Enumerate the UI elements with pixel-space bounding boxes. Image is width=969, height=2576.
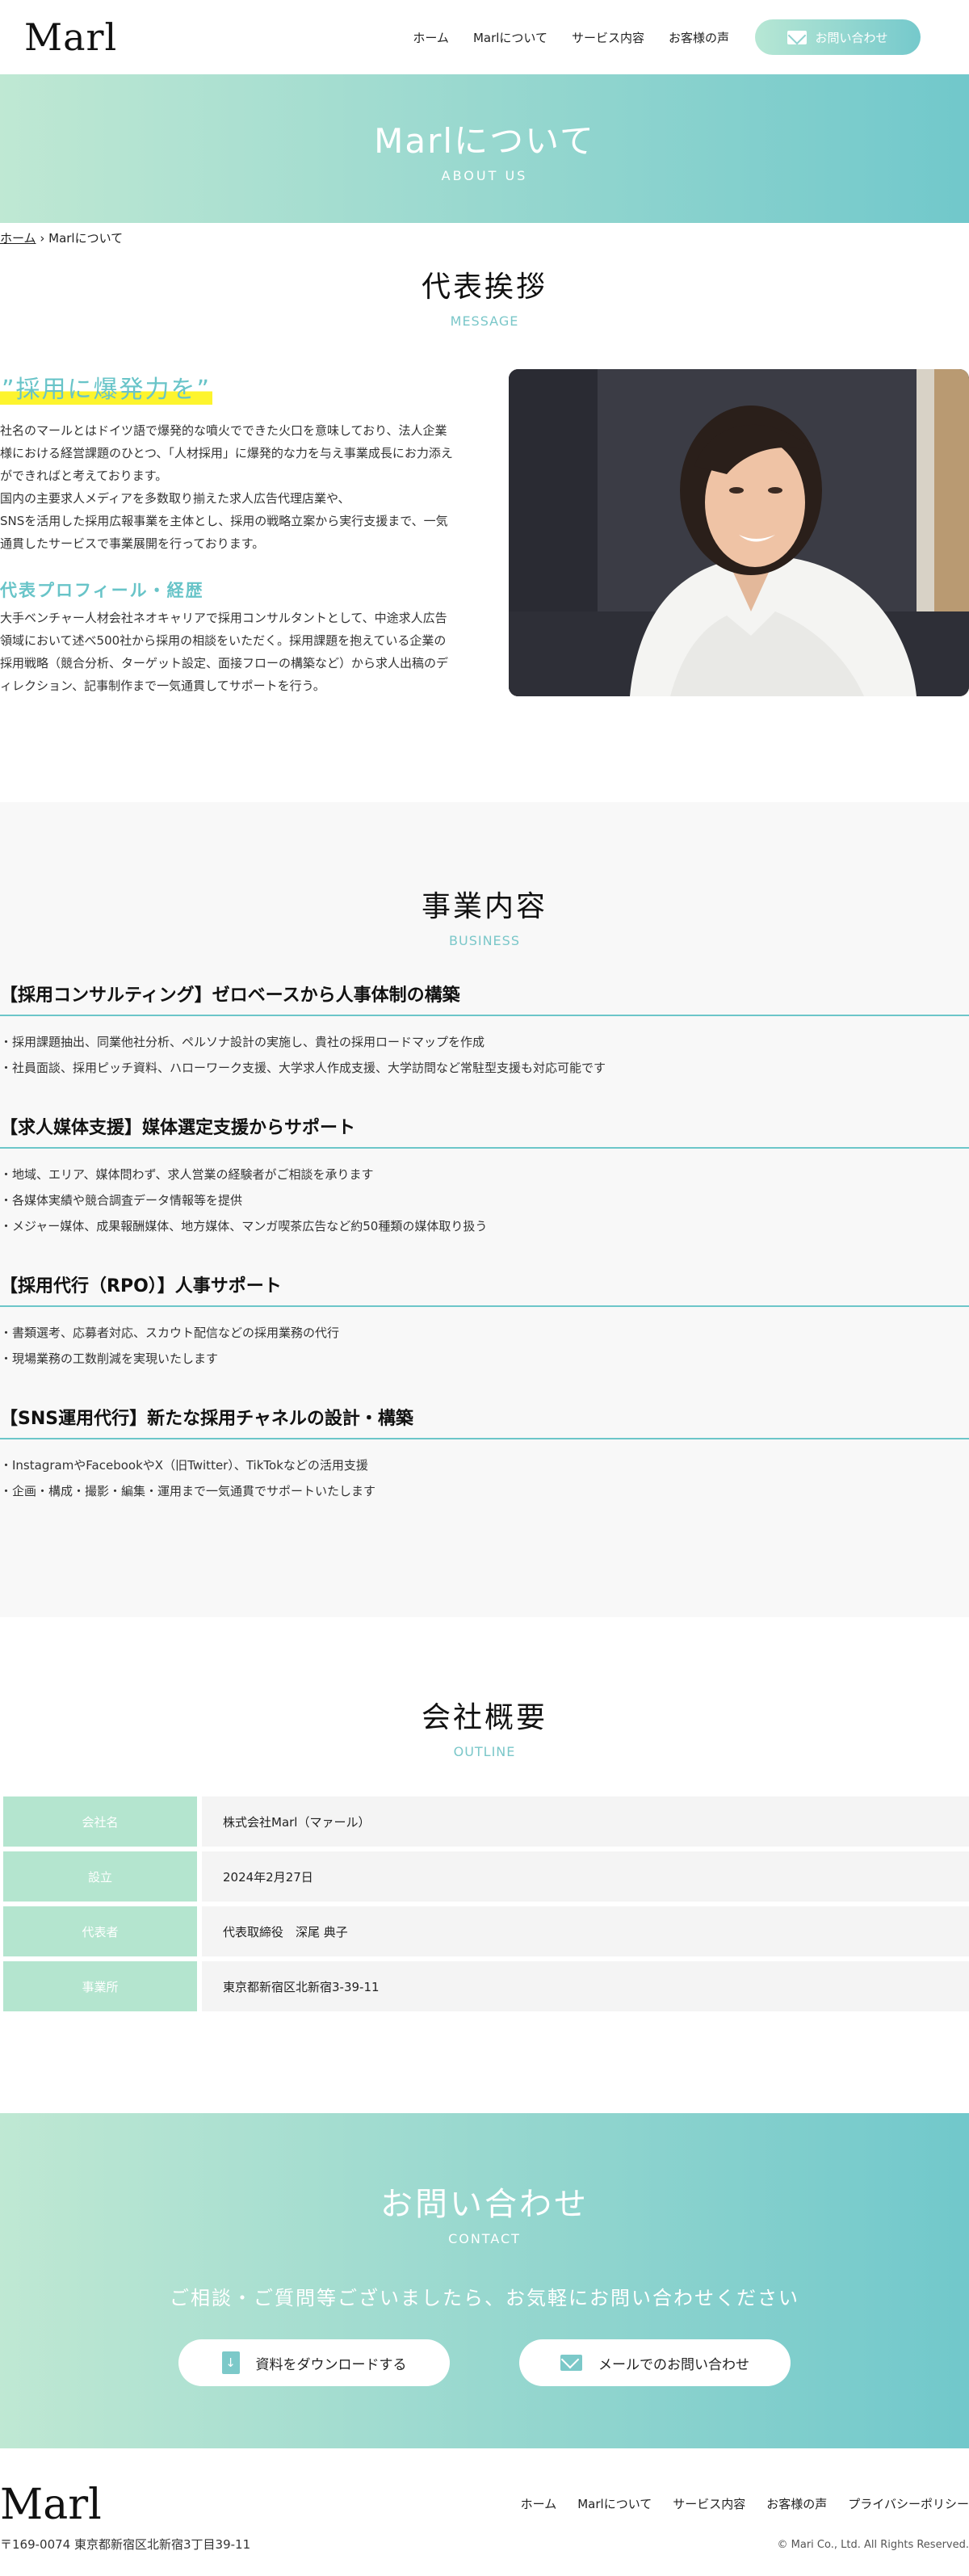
- business-item-points: ・InstagramやFacebookやX（旧Twitter）、TikTokなど…: [0, 1452, 969, 1504]
- message-en: MESSAGE: [450, 313, 519, 329]
- business-item-consulting: 【採用コンサルティング】ゼロベースから人事体制の構築 ・採用課題抽出、同業他社分…: [0, 981, 969, 1081]
- page-hero: Marlについて ABOUT US: [0, 74, 969, 223]
- site-footer: Marl 〒169-0074 東京都新宿区北新宿3丁目39-11 ホーム Mar…: [0, 2448, 969, 2570]
- business-point: ・各媒体実績や競合調査データ情報等を提供: [0, 1193, 243, 1208]
- header-contact-button[interactable]: お問い合わせ: [755, 19, 921, 55]
- table-row: 会社名 株式会社Marl（マァール）: [3, 1796, 969, 1847]
- business-point: ・企画・構成・撮影・編集・運用まで一気通貫でサポートいたします: [0, 1484, 376, 1498]
- header-contact-label: お問い合わせ: [815, 30, 888, 45]
- message-section: 代表挨拶 MESSAGE ”採用に爆発力を” 社名のマールとはドイツ語で爆発的な…: [0, 255, 969, 697]
- breadcrumb-separator: ›: [40, 231, 45, 246]
- business-item-title: 【SNS運用代行】新たな採用チャネルの設計・構築: [0, 1404, 969, 1439]
- company-outline-table: 会社名 株式会社Marl（マァール） 設立 2024年2月27日 代表者 代表取…: [3, 1792, 969, 2016]
- outline-value: 東京都新宿区北新宿3-39-11: [202, 1961, 969, 2011]
- message-heading: 代表挨拶 MESSAGE: [0, 263, 969, 329]
- message-body: ”採用に爆発力を” 社名のマールとはドイツ語で爆発的な噴火でできた火口を意味して…: [0, 369, 969, 697]
- footer-nav-privacy[interactable]: プライバシーポリシー: [848, 2495, 969, 2512]
- outline-value: 代表取締役 深尾 典子: [202, 1906, 969, 1956]
- outline-heading: 会社概要 OUTLINE: [0, 1694, 969, 1759]
- copyright: © Mari Co., Ltd. All Rights Reserved.: [777, 2539, 969, 2551]
- nav-home[interactable]: ホーム: [413, 29, 449, 46]
- footer-nav-voice[interactable]: お客様の声: [766, 2495, 827, 2512]
- site-logo[interactable]: Marl: [24, 15, 117, 59]
- footer-nav-about[interactable]: Marlについて: [577, 2495, 652, 2512]
- message-catchphrase: ”採用に爆発力を”: [0, 369, 213, 405]
- business-item-title: 【採用代行（RPO）】人事サポート: [0, 1271, 969, 1307]
- contact-en: CONTACT: [448, 2231, 521, 2246]
- business-point: ・社員面談、採用ピッチ資料、ハローワーク支援、大学求人作成支援、大学訪問など常駐…: [0, 1061, 606, 1075]
- business-item-points: ・書類選考、応募者対応、スカウト配信などの採用業務の代行 ・現場業務の工数削減を…: [0, 1320, 969, 1372]
- business-item-title: 【求人媒体支援】媒体選定支援からサポート: [0, 1113, 969, 1149]
- outline-value: 2024年2月27日: [202, 1851, 969, 1902]
- business-title: 事業内容: [421, 890, 547, 923]
- breadcrumb-home[interactable]: ホーム: [0, 231, 36, 246]
- business-item-points: ・地域、エリア、媒体問わず、求人営業の経験者がご相談を承ります ・各媒体実績や競…: [0, 1162, 969, 1239]
- contact-title: お問い合わせ: [380, 2186, 589, 2223]
- profile-title: 代表プロフィール・経歴: [0, 581, 204, 600]
- table-row: 事業所 東京都新宿区北新宿3-39-11: [3, 1961, 969, 2011]
- site-header: Marl ホーム Marlについて サービス内容 お客様の声 お問い合わせ: [0, 0, 969, 74]
- breadcrumb: ホーム › Marlについて: [0, 223, 969, 255]
- nav-voice[interactable]: お客様の声: [669, 29, 729, 46]
- business-item-media: 【求人媒体支援】媒体選定支援からサポート ・地域、エリア、媒体問わず、求人営業の…: [0, 1113, 969, 1239]
- download-button[interactable]: 資料をダウンロードする: [178, 2339, 450, 2386]
- outline-label: 会社名: [3, 1796, 197, 1847]
- table-row: 代表者 代表取締役 深尾 典子: [3, 1906, 969, 1956]
- nav-about[interactable]: Marlについて: [473, 29, 547, 46]
- footer-nav-service[interactable]: サービス内容: [673, 2495, 745, 2512]
- outline-label: 事業所: [3, 1961, 197, 2011]
- representative-photo: [509, 369, 969, 696]
- document-download-icon: [221, 2351, 240, 2374]
- message-text: ”採用に爆発力を” 社名のマールとはドイツ語で爆発的な噴火でできた火口を意味して…: [0, 369, 456, 697]
- outline-en: OUTLINE: [453, 1744, 516, 1759]
- contact-actions: 資料をダウンロードする メールでのお問い合わせ: [0, 2339, 969, 2386]
- outline-label: 代表者: [3, 1906, 197, 1956]
- business-point: ・InstagramやFacebookやX（旧Twitter）、TikTokなど…: [0, 1458, 368, 1473]
- business-point: ・現場業務の工数削減を実現いたします: [0, 1351, 219, 1366]
- page-title: Marlについて: [374, 121, 595, 161]
- message-title: 代表挨拶: [421, 271, 547, 304]
- outline-section: 会社概要 OUTLINE 会社名 株式会社Marl（マァール） 設立 2024年…: [0, 1617, 969, 2113]
- mail-contact-button[interactable]: メールでのお問い合わせ: [519, 2339, 791, 2386]
- outline-label: 設立: [3, 1851, 197, 1902]
- mail-icon: [787, 30, 808, 44]
- business-list: 【採用コンサルティング】ゼロベースから人事体制の構築 ・採用課題抽出、同業他社分…: [0, 981, 969, 1504]
- contact-lead: ご相談・ご質問等ございましたら、お気軽にお問い合わせください: [170, 2287, 799, 2309]
- business-section: 事業内容 BUSINESS 【採用コンサルティング】ゼロベースから人事体制の構築…: [0, 802, 969, 1617]
- business-item-rpo: 【採用代行（RPO）】人事サポート ・書類選考、応募者対応、スカウト配信などの採…: [0, 1271, 969, 1372]
- profile-text: 大手ベンチャー人材会社ネオキャリアで採用コンサルタントとして、中途求人広告領域に…: [0, 611, 449, 693]
- business-item-title: 【採用コンサルティング】ゼロベースから人事体制の構築: [0, 981, 969, 1016]
- business-point: ・書類選考、応募者対応、スカウト配信などの採用業務の代行: [0, 1326, 340, 1340]
- footer-nav-home[interactable]: ホーム: [521, 2495, 557, 2512]
- footer-logo[interactable]: Marl: [0, 2481, 102, 2529]
- footer-nav: ホーム Marlについて サービス内容 お客様の声 プライバシーポリシー: [521, 2495, 969, 2512]
- main-nav: ホーム Marlについて サービス内容 お客様の声 お問い合わせ: [413, 19, 945, 55]
- business-item-sns: 【SNS運用代行】新たな採用チャネルの設計・構築 ・InstagramやFace…: [0, 1404, 969, 1504]
- business-item-points: ・採用課題抽出、同業他社分析、ペルソナ設計の実施し、貴社の採用ロードマップを作成…: [0, 1029, 969, 1081]
- outline-value: 株式会社Marl（マァール）: [202, 1796, 969, 1847]
- business-point: ・メジャー媒体、成果報酬媒体、地方媒体、マンガ喫茶広告など約50種類の媒体取り扱…: [0, 1219, 488, 1233]
- table-row: 設立 2024年2月27日: [3, 1851, 969, 1902]
- business-heading: 事業内容 BUSINESS: [0, 883, 969, 948]
- mail-contact-label: メールでのお問い合わせ: [598, 2356, 749, 2373]
- page-subtitle: ABOUT US: [441, 168, 528, 183]
- business-en: BUSINESS: [449, 933, 520, 948]
- message-paragraph: 社名のマールとはドイツ語で爆発的な噴火でできた火口を意味しており、法人企業様にお…: [0, 423, 453, 551]
- representative-photo-image: [509, 369, 969, 696]
- contact-section: お問い合わせ CONTACT ご相談・ご質問等ございましたら、お気軽にお問い合わ…: [0, 2113, 969, 2448]
- download-label: 資料をダウンロードする: [255, 2356, 407, 2373]
- breadcrumb-current: Marlについて: [48, 231, 124, 246]
- business-point: ・採用課題抽出、同業他社分析、ペルソナ設計の実施し、貴社の採用ロードマップを作成: [0, 1035, 485, 1049]
- outline-title: 会社概要: [421, 1701, 547, 1734]
- business-point: ・地域、エリア、媒体問わず、求人営業の経験者がご相談を承ります: [0, 1167, 374, 1182]
- nav-service[interactable]: サービス内容: [572, 29, 644, 46]
- mail-icon: [560, 2355, 582, 2371]
